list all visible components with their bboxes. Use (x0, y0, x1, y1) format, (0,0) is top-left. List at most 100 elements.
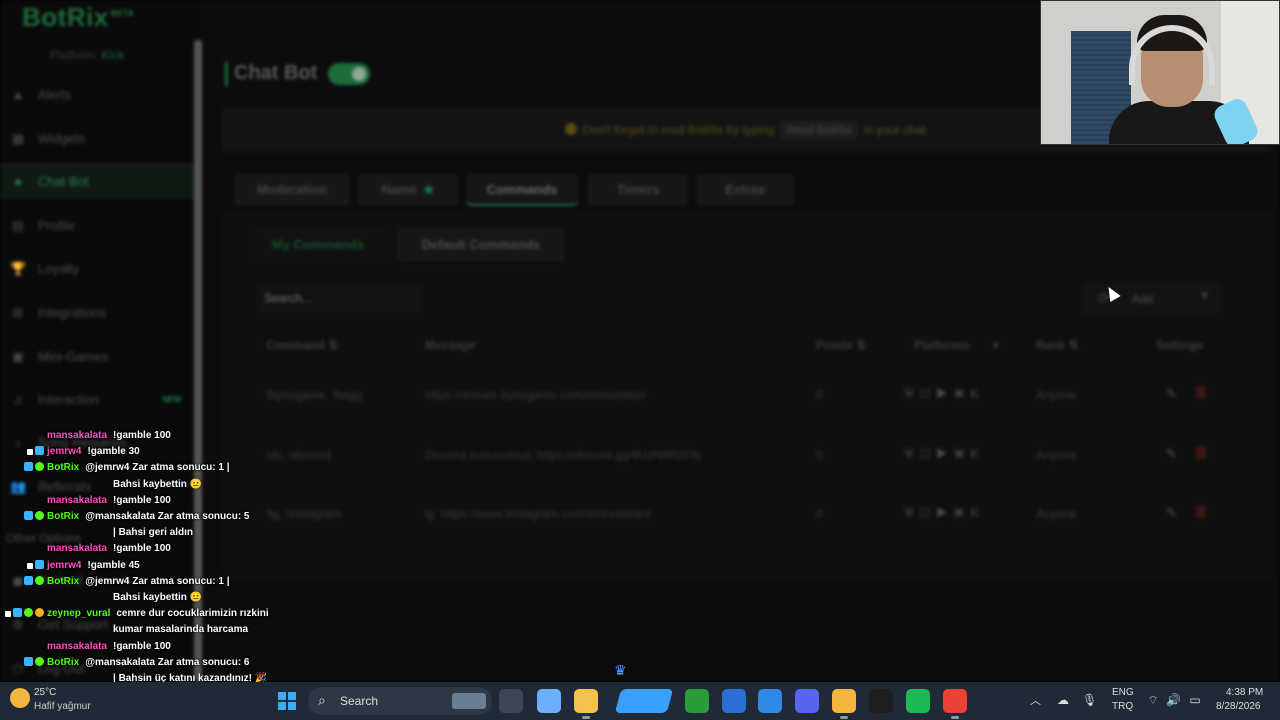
chat-text: cemre dur cocuklarimizin rızkini (116, 608, 269, 620)
sidebar-item-widgets[interactable]: ▦ Widgets (0, 120, 195, 156)
delete-icon[interactable] (1196, 386, 1206, 399)
sidebar-item-label: Mini-Games (38, 348, 109, 364)
rank-cell: Anyone (1036, 507, 1077, 521)
edit-icon[interactable]: ✎ (1166, 446, 1177, 462)
ez-app-icon[interactable] (614, 689, 674, 713)
chat-message: BotRix @mansakalata Zar atma sonucu: 6 (0, 655, 250, 671)
chat-username[interactable]: jemrw4 (47, 446, 81, 457)
table-row[interactable]: !bynogame, !bagq https://donate.bynogame.… (250, 376, 1250, 416)
trophy-icon: 🏆 (10, 261, 27, 276)
wifi-icon[interactable]: ⌔ (1146, 693, 1160, 707)
battery-icon[interactable]: ▭ (1188, 693, 1202, 707)
chat-username[interactable]: mansakalata (47, 430, 107, 441)
message-cell: Discord sunucumuz: https://discord.gg/9U… (425, 448, 701, 462)
sidebar-item-alerts[interactable]: ▲ Alerts (0, 76, 195, 112)
search-input[interactable] (258, 284, 422, 312)
green-badge-icon (24, 608, 33, 618)
copilot-icon[interactable] (537, 689, 561, 713)
profile-icon: ▤ (11, 218, 25, 233)
chat-username[interactable]: BotRix (47, 576, 79, 587)
weather-description[interactable]: Hafif yağmur (34, 701, 91, 712)
sword-badge-icon (5, 611, 11, 618)
chat-text: !gamble 45 (87, 559, 140, 571)
task-view-icon[interactable] (499, 689, 523, 713)
chat-username[interactable]: mansakalata (47, 495, 107, 506)
chat-badges (0, 558, 44, 574)
subtab-default-commands[interactable]: Default Commands (398, 228, 564, 262)
chat-message: BotRix @mansakalata Zar atma sonucu: 5 (0, 509, 250, 525)
chat-message: mansakalata !gamble 100 (0, 541, 171, 557)
weather-temperature[interactable]: 25°C (34, 687, 56, 698)
platform-icons: ⛨◫▶▣K (904, 386, 985, 401)
xbox-icon[interactable] (685, 689, 709, 713)
sword-badge-icon (27, 562, 33, 569)
chat-username[interactable]: jemrw4 (47, 560, 81, 571)
sidebar-item-loyalty[interactable]: 🏆 Loyalty (0, 250, 195, 286)
table-row[interactable]: !dc, !discord Discord sunucumuz: https://… (250, 436, 1250, 476)
pinned-app-icon[interactable] (832, 689, 856, 719)
add-command-button[interactable]: ⟳ Add ▼ (1082, 284, 1220, 314)
chat-text-continued: Bahsi kaybettin 😐 (113, 478, 203, 490)
delete-icon[interactable] (1196, 446, 1206, 459)
file-explorer-icon[interactable] (574, 689, 598, 719)
vscode-icon[interactable] (758, 689, 782, 713)
sidebar-item-interaction[interactable]: ♫ Interaction NEW (0, 381, 195, 417)
chat-overlay: mansakalata !gamble 100 jemrw4 !gamble 30 Bo… (0, 428, 300, 700)
volume-icon[interactable]: 🔊 (1166, 693, 1181, 707)
start-button[interactable] (278, 692, 296, 710)
chat-username[interactable]: BotRix (47, 511, 79, 522)
gold-badge-icon (35, 608, 44, 618)
kick-icon[interactable] (869, 689, 893, 713)
col-command[interactable]: Command ⇅ (266, 338, 338, 352)
chat-username[interactable]: mansakalata (47, 641, 107, 652)
tab-commands[interactable]: Commands (466, 174, 578, 206)
spotify-icon[interactable] (906, 689, 930, 713)
sidebar-item-integrations[interactable]: ⊞ Integrations (0, 294, 195, 330)
chevron-up-icon[interactable]: ︿ (1030, 692, 1041, 708)
edit-icon[interactable]: ✎ (1166, 505, 1177, 521)
sword-badge-icon (27, 449, 33, 456)
edit-icon[interactable]: ✎ (1166, 386, 1177, 402)
outlook-icon[interactable] (722, 689, 746, 713)
delete-icon[interactable] (1196, 505, 1206, 518)
subtab-my-commands[interactable]: My Commands (250, 228, 386, 262)
clock-time[interactable]: 4:38 PM (1226, 687, 1263, 698)
microphone-icon[interactable]: 🎙 (1082, 693, 1097, 707)
logo: BotRix BETA (22, 2, 134, 32)
chat-username[interactable]: BotRix (47, 657, 79, 668)
sidebar-item-chat-bot[interactable]: ● Chat Bot (0, 163, 195, 199)
tab-moderation[interactable]: Moderation (234, 174, 350, 206)
chat-username[interactable]: BotRix (47, 462, 79, 473)
chevron-down-icon[interactable]: ▼ (1199, 290, 1210, 302)
chat-username[interactable]: mansakalata (47, 543, 107, 554)
network-cloud-icon[interactable]: ☁ (1056, 693, 1070, 707)
weather-icon[interactable] (10, 688, 30, 708)
chat-message: jemrw4 !gamble 45 (0, 558, 140, 574)
tab-extras[interactable]: Extras (696, 174, 794, 206)
table-row[interactable]: !ig, !instagram ig: https://www.instagram… (250, 495, 1250, 535)
chat-username[interactable]: zeynep_vural (47, 608, 110, 619)
chrome-icon[interactable] (943, 689, 967, 719)
col-rank[interactable]: Rank ⇅ (1036, 338, 1079, 352)
tab-name[interactable]: Name ★ (358, 174, 458, 206)
keyboard-layout[interactable]: TRQ (1112, 701, 1133, 712)
col-platforms[interactable]: Platforms ▾ (914, 338, 999, 352)
clock-date[interactable]: 8/28/2026 (1216, 701, 1261, 712)
taskbar-search[interactable]: ⌕ Search (308, 687, 492, 715)
col-points[interactable]: Points ⇅ (816, 338, 866, 352)
chat-message: jemrw4 !gamble 30 (0, 444, 140, 460)
sidebar-item-profile[interactable]: ▤ Profile (0, 207, 195, 243)
sidebar-item-label: Profile (38, 217, 75, 233)
sidebar-item-mini-games[interactable]: ▣ Mini-Games (0, 338, 195, 374)
language-indicator[interactable]: ENG (1112, 687, 1134, 698)
message-cell: ig: https://www.instagram.com/emrezlatan… (425, 507, 651, 521)
chat-badges (0, 574, 44, 590)
discord-icon[interactable] (795, 689, 819, 713)
crown-icon: ♛ (614, 662, 627, 678)
chatbot-toggle[interactable] (328, 63, 370, 85)
blue-badge-icon (24, 575, 33, 585)
alert-icon: ▲ (11, 87, 25, 102)
tab-timers[interactable]: Timers (588, 174, 688, 206)
chat-badges (0, 460, 44, 476)
music-icon: ♫ (13, 392, 23, 407)
